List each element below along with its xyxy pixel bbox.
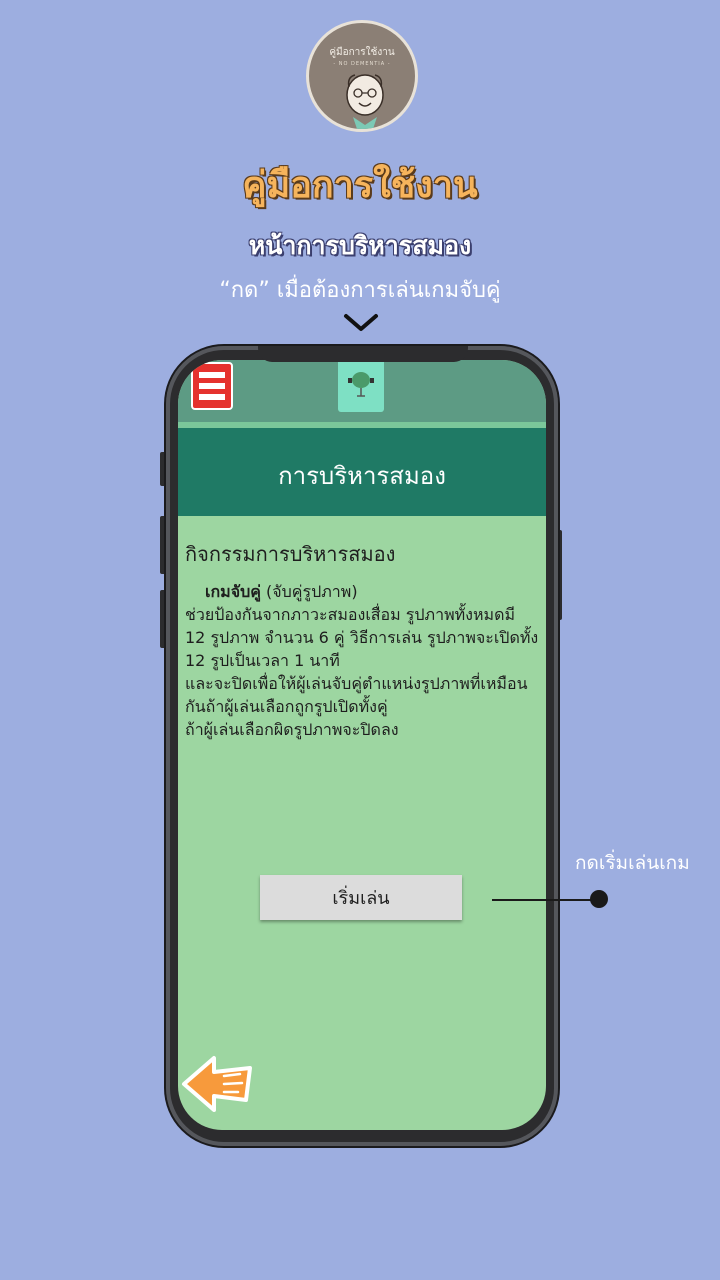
callout-dot — [590, 890, 608, 908]
description-line: และจะปิดเพื่อให้ผู้เล่นจับคู่ตำแหน่งรูปภ… — [185, 674, 528, 693]
hamburger-menu-icon[interactable] — [191, 362, 233, 410]
description-line: ถ้าผู้เล่นเลือกผิดรูปภาพจะปิดลง — [185, 720, 399, 739]
activity-description: กิจกรรมการบริหารสมอง เกมจับคู่ (จับคู่รู… — [185, 538, 545, 741]
callout-line — [492, 899, 596, 901]
back-arrow-icon[interactable] — [180, 1052, 256, 1116]
app-logo: คู่มือการใช้งาน - NO DEMENTIA - — [306, 20, 418, 132]
guide-subtitle: หน้าการบริหารสมอง — [248, 231, 472, 260]
game-name: เกมจับคู่ — [205, 582, 261, 601]
logo-title: คู่มือการใช้งาน — [329, 47, 395, 58]
phone-screen: การบริหารสมอง กิจกรรมการบริหารสมอง เกมจั… — [178, 360, 546, 1130]
description-line: ช่วยป้องกันจากภาวะสมองเสื่อม รูปภาพทั้งห… — [185, 605, 516, 624]
brain-exercise-icon[interactable] — [338, 360, 384, 412]
page-title: การบริหารสมอง — [278, 462, 446, 490]
game-name-suffix: (จับคู่รูปภาพ) — [260, 582, 358, 601]
description-line: กันถ้าผู้เล่นเลือกถูกรูปเปิดทั้งคู่ — [185, 697, 388, 716]
start-game-button[interactable]: เริ่มเล่น — [260, 875, 462, 920]
logo-subtitle: - NO DEMENTIA - — [333, 61, 391, 67]
phone-notch — [258, 346, 468, 362]
description-line: 12 รูปเป็นเวลา 1 นาที — [185, 651, 340, 670]
guide-title: คู่มือการใช้งาน — [242, 165, 478, 206]
guide-instruction: “กด” เมื่อต้องการเล่นเกมจับคู่ — [219, 278, 501, 303]
game-title-line: เกมจับคู่ (จับคู่รูปภาพ) — [185, 580, 545, 603]
chevron-down-icon — [344, 314, 378, 331]
elderly-face-icon — [346, 74, 384, 129]
description-line: 12 รูปภาพ จำนวน 6 คู่ วิธีการเล่น รูปภาพ… — [185, 628, 539, 647]
callout-label: กดเริ่มเล่นเกม — [575, 852, 690, 874]
section-heading: กิจกรรมการบริหารสมอง — [185, 542, 396, 566]
